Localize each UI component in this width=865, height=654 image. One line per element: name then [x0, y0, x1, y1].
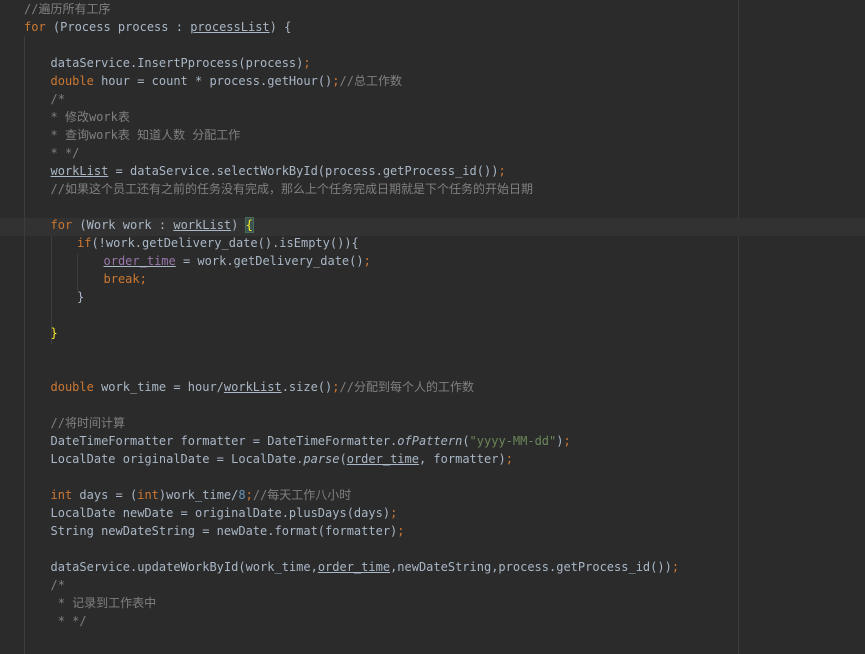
code-line[interactable]: workList = dataService.selectWorkById(pr…: [51, 162, 506, 180]
code-line[interactable]: * */: [51, 612, 87, 630]
code-line[interactable]: /*: [51, 576, 65, 594]
indent-guide: [24, 36, 25, 654]
code-line[interactable]: dataService.updateWorkById(work_time,ord…: [51, 558, 680, 576]
code-line[interactable]: int days = (int)work_time/8;//每天工作八小时: [51, 486, 352, 504]
code-line[interactable]: //遍历所有工序: [24, 0, 110, 18]
code-line[interactable]: /*: [51, 90, 65, 108]
indent-guide: [77, 254, 78, 290]
code-line[interactable]: * 查询work表 知道人数 分配工作: [51, 126, 241, 144]
code-line[interactable]: order_time = work.getDelivery_date();: [104, 252, 371, 270]
code-line[interactable]: String newDateString = newDate.format(fo…: [51, 522, 405, 540]
code-line[interactable]: * 修改work表: [51, 108, 130, 126]
code-editor[interactable]: //遍历所有工序 for (Process process : processLi…: [0, 0, 865, 654]
code-line[interactable]: }: [51, 324, 58, 342]
code-line[interactable]: //如果这个员工还有之前的任务没有完成，那么上个任务完成日期就是下个任务的开始日…: [51, 180, 533, 198]
code-line[interactable]: LocalDate newDate = originalDate.plusDay…: [51, 504, 398, 522]
code-line[interactable]: break;: [104, 270, 147, 288]
code-line[interactable]: * 记录到工作表中: [51, 594, 156, 612]
code-line[interactable]: double hour = count * process.getHour();…: [51, 72, 402, 90]
code-line[interactable]: DateTimeFormatter formatter = DateTimeFo…: [51, 432, 571, 450]
code-line[interactable]: for (Work work : workList) {: [51, 216, 254, 234]
code-line[interactable]: LocalDate originalDate = LocalDate.parse…: [51, 450, 513, 468]
right-margin-guide: [738, 0, 739, 654]
code-line[interactable]: double work_time = hour/workList.size();…: [51, 378, 474, 396]
code-line[interactable]: //将时间计算: [51, 414, 125, 432]
code-line[interactable]: dataService.InsertPprocess(process);: [51, 54, 311, 72]
code-line[interactable]: if(!work.getDelivery_date().isEmpty()){: [77, 234, 359, 252]
code-line[interactable]: }: [77, 288, 84, 306]
code-line[interactable]: for (Process process : processList) {: [24, 18, 291, 36]
code-line[interactable]: * */: [51, 144, 80, 162]
